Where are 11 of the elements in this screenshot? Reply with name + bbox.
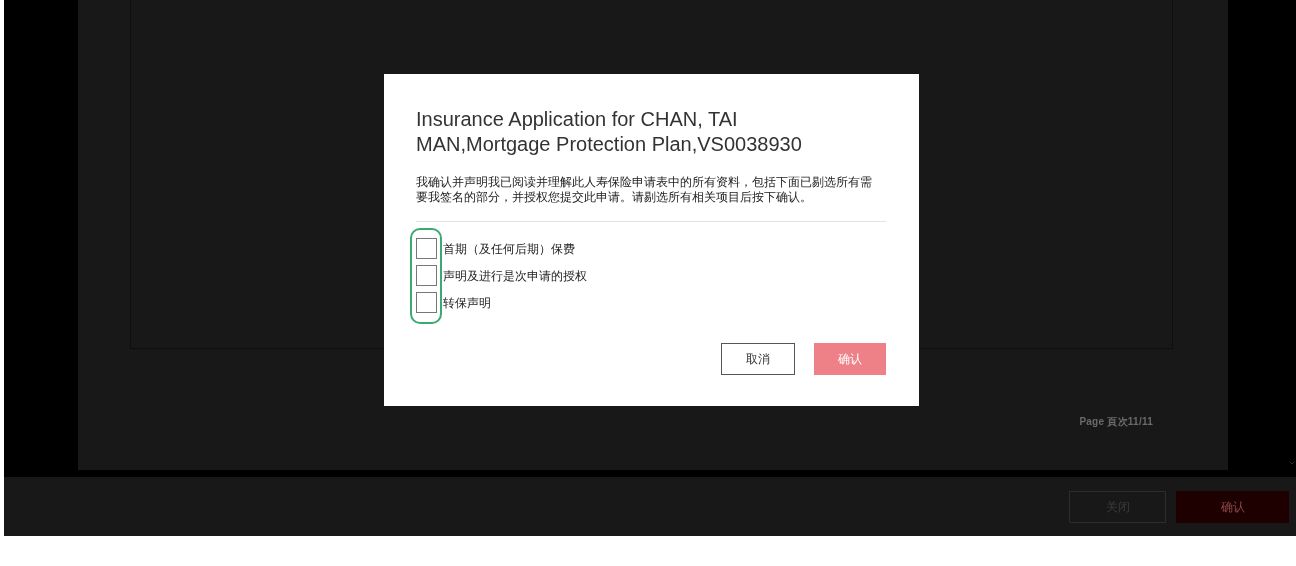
checkbox-label: 转保声明: [443, 294, 491, 312]
dialog-title: Insurance Application for CHAN, TAI MAN,Mortgage Protection Plan,VS0038930: [416, 107, 803, 157]
cancel-button[interactable]: 取消: [721, 343, 795, 375]
checkbox[interactable]: [416, 265, 437, 286]
dialog-message: 我确认并声明我已阅读并理解此人寿保险申请表中的所有资料，包括下面已剔选所有需要我签名的部分，并授权您提交此申请。请剔选所有相关项目后按下确认。: [416, 175, 873, 205]
confirm-button[interactable]: 确认: [1176, 490, 1289, 523]
checkbox-label: 声明及进行是次申请的授权: [443, 267, 587, 285]
checkbox[interactable]: [416, 238, 437, 259]
checkbox-label: 首期（及任何后期）保费: [443, 240, 575, 258]
page-number: Page 頁次11/11: [1079, 415, 1153, 429]
checkbox[interactable]: [416, 292, 437, 313]
